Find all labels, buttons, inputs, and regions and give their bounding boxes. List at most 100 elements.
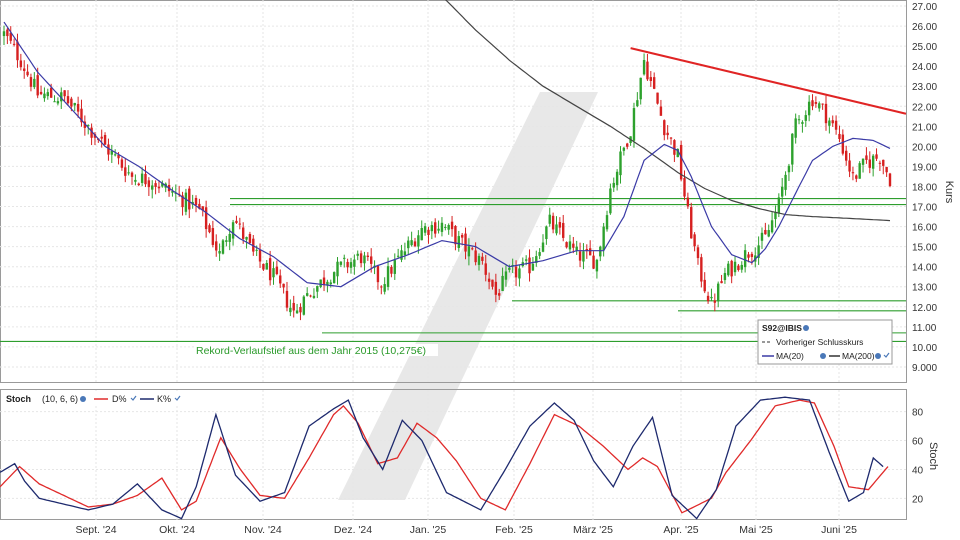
x-tick-label: Nov. '24 bbox=[244, 524, 282, 536]
candle-body bbox=[804, 115, 807, 121]
candle-body bbox=[686, 197, 690, 207]
candle-body bbox=[245, 236, 248, 240]
candle-body bbox=[363, 255, 366, 264]
candle-body bbox=[730, 260, 733, 277]
legend-ma20-icon[interactable] bbox=[820, 353, 826, 359]
legend-symbol: S92@IBIS bbox=[762, 323, 802, 333]
candle-body bbox=[693, 234, 696, 247]
candle-body bbox=[339, 261, 343, 265]
candle-body bbox=[255, 249, 258, 251]
candle-body bbox=[420, 227, 423, 241]
candle-body bbox=[481, 256, 484, 261]
main-y-tick-label: 18.00 bbox=[912, 182, 937, 193]
candle-body bbox=[764, 229, 767, 235]
candle-body bbox=[865, 155, 868, 160]
candle-body bbox=[477, 255, 481, 265]
candle-body bbox=[841, 134, 845, 154]
candle-body bbox=[329, 282, 332, 285]
candle-body bbox=[720, 281, 723, 284]
candle-body bbox=[578, 251, 582, 261]
candle-body bbox=[878, 162, 882, 164]
candle-body bbox=[855, 175, 858, 179]
candle-body bbox=[444, 226, 447, 228]
candle-body bbox=[636, 100, 639, 107]
legend: S92@IBIS Vorheriger Schlusskurs MA(20) M… bbox=[757, 319, 893, 365]
candle-body bbox=[555, 224, 558, 234]
candle-body bbox=[619, 151, 622, 176]
candle-body bbox=[750, 253, 754, 257]
candle-body bbox=[53, 101, 56, 103]
candle-body bbox=[592, 255, 595, 269]
candle-body bbox=[46, 92, 49, 97]
candle-body bbox=[6, 29, 9, 37]
candle-body bbox=[140, 173, 144, 183]
candle-body bbox=[434, 222, 437, 234]
candle-body bbox=[508, 267, 511, 270]
candle-body bbox=[700, 257, 703, 282]
legend-prev-close: Vorheriger Schlusskurs bbox=[776, 337, 863, 347]
candle-body bbox=[605, 215, 609, 230]
candle-body bbox=[632, 108, 636, 141]
candle-body bbox=[396, 255, 400, 257]
main-y-tick-label: 23.00 bbox=[912, 82, 937, 93]
candle-body bbox=[588, 248, 592, 256]
legend-settings-icon[interactable] bbox=[803, 325, 809, 331]
candle-body bbox=[235, 220, 238, 223]
candle-body bbox=[450, 221, 454, 230]
main-y-tick-label: 16.00 bbox=[912, 223, 937, 234]
candle-body bbox=[626, 143, 629, 147]
candle-body bbox=[204, 207, 208, 230]
candle-body bbox=[157, 186, 161, 189]
main-y-tick-label: 15.00 bbox=[912, 243, 937, 254]
candle-body bbox=[659, 106, 663, 116]
candle-body bbox=[343, 257, 346, 259]
candle-body bbox=[407, 240, 410, 249]
candle-body bbox=[801, 122, 804, 124]
candle-body bbox=[289, 307, 292, 313]
candle-body bbox=[838, 133, 841, 140]
candle-body bbox=[336, 261, 339, 277]
candle-body bbox=[403, 251, 407, 256]
candle-body bbox=[211, 228, 215, 245]
candle-body bbox=[386, 266, 390, 287]
main-y-axis-label: Kurs bbox=[943, 181, 955, 204]
candle-body bbox=[238, 223, 242, 225]
candle-body bbox=[147, 180, 151, 188]
candle-body bbox=[184, 192, 188, 212]
candle-body bbox=[454, 226, 457, 245]
candle-body bbox=[531, 263, 535, 271]
candle-body bbox=[275, 266, 279, 275]
candle-body bbox=[545, 226, 548, 240]
watermark-slash bbox=[338, 92, 598, 500]
candle-body bbox=[113, 154, 117, 156]
candle-body bbox=[312, 295, 316, 298]
legend-ma200-icon[interactable] bbox=[875, 353, 881, 359]
stoch-params: (10, 6, 6) bbox=[42, 394, 78, 404]
candle-body bbox=[484, 263, 487, 275]
candle-body bbox=[295, 310, 299, 314]
candle-body bbox=[268, 258, 272, 281]
stoch-settings-icon[interactable] bbox=[80, 396, 86, 402]
candle-body bbox=[656, 92, 659, 104]
candle-body bbox=[49, 87, 53, 98]
candle-body bbox=[76, 103, 80, 112]
candle-body bbox=[716, 283, 720, 302]
candle-body bbox=[221, 240, 225, 254]
candle-body bbox=[208, 225, 211, 233]
candle-body bbox=[696, 247, 700, 259]
candle-body bbox=[417, 235, 420, 247]
candle-body bbox=[595, 259, 599, 272]
candle-body bbox=[669, 137, 673, 139]
candle-body bbox=[400, 250, 403, 260]
candle-body bbox=[144, 173, 147, 185]
candle-body bbox=[12, 43, 16, 45]
candle-body bbox=[622, 147, 626, 151]
candle-body bbox=[282, 283, 285, 288]
candle-body bbox=[279, 275, 282, 284]
candle-body bbox=[346, 261, 349, 268]
candle-body bbox=[292, 302, 295, 311]
candle-body bbox=[723, 273, 727, 281]
candle-body bbox=[824, 103, 828, 124]
candle-body bbox=[262, 263, 265, 270]
candle-body bbox=[811, 100, 814, 107]
